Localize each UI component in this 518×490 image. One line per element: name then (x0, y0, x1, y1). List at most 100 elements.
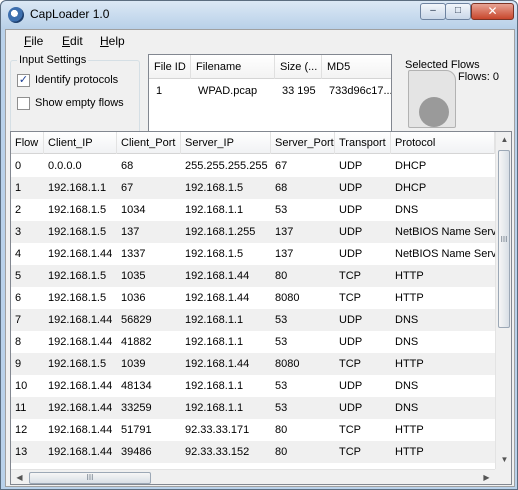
menu-edit[interactable]: Edit (62, 34, 83, 48)
client-ip-cell: 192.168.1.44 (48, 248, 113, 260)
col-md5[interactable]: MD5 (322, 55, 391, 79)
server-port-cell: 53 (275, 204, 288, 216)
table-row[interactable]: 13 192.168.1.44 39486 92.33.33.152 80 TCP HTTP (11, 441, 495, 463)
vscroll-thumb[interactable]: III (498, 150, 510, 328)
server-port-cell: 8080 (275, 358, 300, 370)
table-row[interactable]: 2 192.168.1.5 1034 192.168.1.1 53 UDP DNS (11, 199, 495, 221)
protocol-cell: DNS (395, 336, 419, 348)
title-bar[interactable]: CapLoader 1.0 – □ ✕ (1, 1, 517, 29)
col-client-ip[interactable]: Client_IP (44, 132, 117, 154)
table-row[interactable]: 7 192.168.1.44 56829 192.168.1.1 53 UDP DNS (11, 309, 495, 331)
flows-table[interactable]: Flow Client_IP Client_Port Server_IP Ser… (10, 131, 512, 485)
col-server-ip[interactable]: Server_IP (181, 132, 271, 154)
flow-id-cell: 1 (15, 182, 22, 194)
protocol-cell: DHCP (395, 182, 427, 194)
file-row[interactable]: 1 WPAD.pcap 33 195 733d96c17... (149, 82, 392, 100)
server-port-cell: 53 (275, 380, 288, 392)
server-ip-cell: 192.168.1.44 (185, 270, 250, 282)
flow-id-cell: 8 (15, 336, 22, 348)
md5-cell: 733d96c17... (329, 85, 392, 97)
input-settings-label: Input Settings (17, 54, 89, 66)
flow-id-cell: 0 (15, 160, 22, 172)
flows-table-header: Flow Client_IP Client_Port Server_IP Ser… (11, 132, 495, 154)
protocol-cell: DNS (395, 402, 419, 414)
client-ip-cell: 192.168.1.44 (48, 314, 113, 326)
server-ip-cell: 255.255.255.255 (185, 160, 268, 172)
col-file-id[interactable]: File ID (149, 55, 191, 79)
protocol-cell: HTTP (395, 292, 424, 304)
minimize-button[interactable]: – (420, 3, 446, 20)
identify-protocols-option[interactable]: ✓ Identify protocols (17, 72, 118, 88)
table-row[interactable]: 11 192.168.1.44 33259 192.168.1.1 53 UDP DNS (11, 397, 495, 419)
protocol-cell: DNS (395, 380, 419, 392)
table-row[interactable]: 6 192.168.1.5 1036 192.168.1.44 8080 TCP HTTP (11, 287, 495, 309)
scroll-up-arrow[interactable]: ▲ (496, 132, 511, 148)
col-server-port[interactable]: Server_Port (271, 132, 335, 154)
col-flow[interactable]: Flow (11, 132, 44, 154)
server-ip-cell: 192.168.1.44 (185, 358, 250, 370)
server-ip-cell: 192.168.1.44 (185, 292, 250, 304)
transport-cell: UDP (339, 402, 363, 414)
server-ip-cell: 192.168.1.1 (185, 380, 244, 392)
server-ip-cell: 92.33.33.152 (185, 446, 250, 458)
table-row[interactable]: 5 192.168.1.5 1035 192.168.1.44 80 TCP HTTP (11, 265, 495, 287)
show-empty-flows-checkbox[interactable] (17, 96, 30, 110)
table-row[interactable]: 0 0.0.0.0 68 255.255.255.255 67 UDP DHCP (11, 155, 495, 177)
protocol-cell: DNS (395, 314, 419, 326)
transport-cell: TCP (339, 446, 361, 458)
col-size[interactable]: Size (... (275, 55, 322, 79)
maximize-button[interactable]: □ (445, 3, 471, 20)
flow-id-cell: 3 (15, 226, 22, 238)
close-button[interactable]: ✕ (471, 3, 514, 20)
scroll-left-arrow[interactable]: ◀ (11, 470, 28, 484)
server-port-cell: 68 (275, 182, 288, 194)
protocol-cell: HTTP (395, 446, 424, 458)
transport-cell: UDP (339, 336, 363, 348)
menu-file[interactable]: File (24, 34, 43, 48)
main-window: CapLoader 1.0 – □ ✕ File Edit Help Input… (0, 0, 518, 490)
scroll-corner (495, 469, 511, 484)
client-ip-cell: 0.0.0.0 (48, 160, 82, 172)
flow-id-cell: 10 (15, 380, 28, 392)
table-row[interactable]: 9 192.168.1.5 1039 192.168.1.44 8080 TCP HTTP (11, 353, 495, 375)
col-client-port[interactable]: Client_Port (117, 132, 181, 154)
client-port-cell: 137 (121, 226, 140, 238)
server-port-cell: 53 (275, 314, 288, 326)
identify-protocols-checkbox[interactable]: ✓ (17, 73, 30, 87)
client-area: File Edit Help Input Settings ✓ Identify… (5, 29, 515, 487)
col-filename[interactable]: Filename (191, 55, 275, 79)
client-port-cell: 41882 (121, 336, 152, 348)
table-row[interactable]: 1 192.168.1.1 67 192.168.1.5 68 UDP DHCP (11, 177, 495, 199)
protocol-cell: DHCP (395, 160, 427, 172)
hscroll-thumb[interactable]: III (29, 472, 151, 484)
file-list-header: File ID Filename Size (... MD5 (149, 55, 391, 79)
table-row[interactable]: 12 192.168.1.44 51791 92.33.33.171 80 TCP HTTP (11, 419, 495, 441)
server-ip-cell: 192.168.1.5 (185, 248, 244, 260)
transport-cell: UDP (339, 160, 363, 172)
server-port-cell: 53 (275, 336, 288, 348)
table-row[interactable]: 4 192.168.1.44 1337 192.168.1.5 137 UDP NetBIO… (11, 243, 495, 265)
table-row[interactable]: 10 192.168.1.44 48134 192.168.1.1 53 UDP DNS (11, 375, 495, 397)
flows-hscrollbar[interactable]: ◀ III ▶ (11, 469, 495, 484)
client-ip-cell: 192.168.1.1 (48, 182, 107, 194)
show-empty-flows-option[interactable]: Show empty flows (17, 95, 124, 111)
client-port-cell: 51791 (121, 424, 152, 436)
client-port-cell: 39486 (121, 446, 152, 458)
client-port-cell: 48134 (121, 380, 152, 392)
server-port-cell: 80 (275, 446, 288, 458)
table-row[interactable]: 3 192.168.1.5 137 192.168.1.255 137 UDP NetBIO… (11, 221, 495, 243)
client-ip-cell: 192.168.1.44 (48, 380, 113, 392)
col-transport[interactable]: Transport (335, 132, 391, 154)
client-port-cell: 1034 (121, 204, 146, 216)
scroll-down-arrow[interactable]: ▼ (496, 452, 511, 468)
menu-help[interactable]: Help (100, 34, 125, 48)
client-port-cell: 56829 (121, 314, 152, 326)
scroll-right-arrow[interactable]: ▶ (478, 470, 495, 484)
protocol-cell: NetBIOS Name Servic (395, 248, 495, 260)
flows-vscrollbar[interactable]: ▲ III ▼ (495, 132, 511, 469)
protocol-cell: NetBIOS Name Servic (395, 226, 495, 238)
col-protocol[interactable]: Protocol (391, 132, 495, 154)
drag-file-icon[interactable] (408, 70, 456, 128)
table-row[interactable]: 8 192.168.1.44 41882 192.168.1.1 53 UDP DNS (11, 331, 495, 353)
client-port-cell: 33259 (121, 402, 152, 414)
